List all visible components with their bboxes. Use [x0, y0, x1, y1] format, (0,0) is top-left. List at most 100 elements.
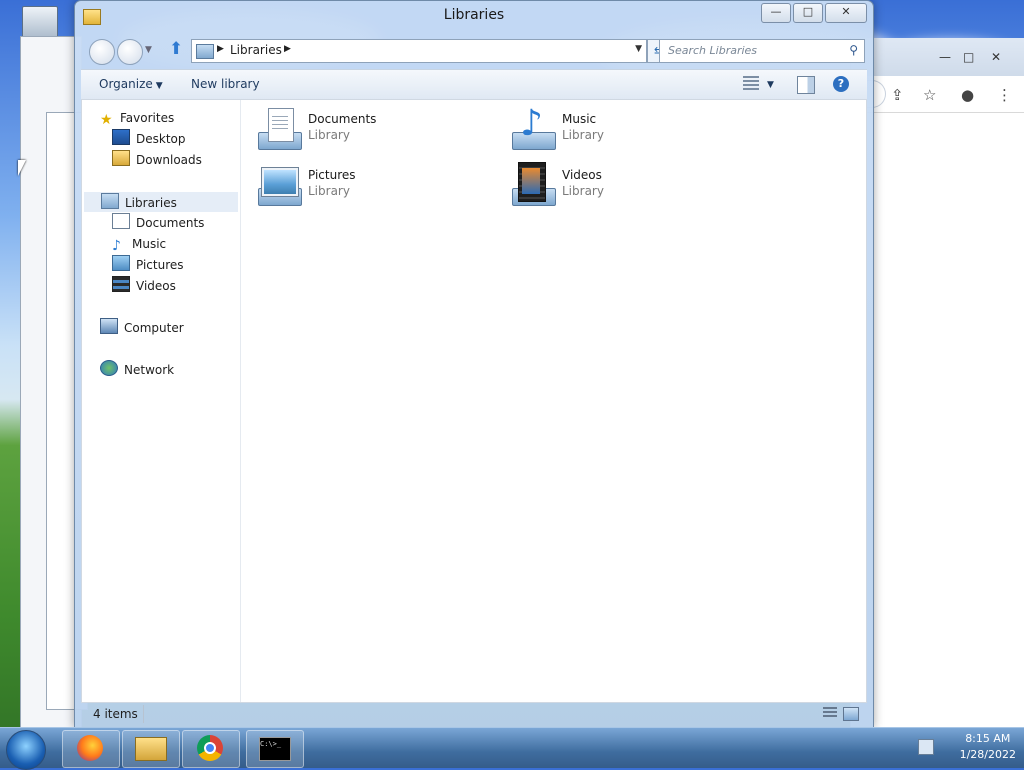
nav-desktop-label: Desktop: [136, 132, 186, 146]
search-placeholder: Search Libraries: [668, 44, 758, 57]
item-name: Videos: [562, 168, 602, 182]
library-item-documents[interactable]: Documents Library: [254, 106, 474, 158]
downloads-icon: [112, 150, 130, 166]
background-browser-window: — □ ✕ ⇪ ☆ ● ⋮: [850, 38, 1024, 728]
maximize-icon[interactable]: □: [963, 50, 974, 64]
library-item-music[interactable]: ♪ Music Library: [508, 106, 728, 158]
music-library-icon: ♪: [508, 106, 556, 154]
documents-icon: [112, 213, 130, 229]
item-type: Library: [308, 184, 350, 198]
new-library-button[interactable]: New library: [191, 77, 260, 91]
firefox-taskbar-button[interactable]: [62, 730, 120, 768]
change-view-icon[interactable]: [743, 76, 759, 92]
organize-button[interactable]: Organize ▼: [99, 77, 163, 91]
nav-libraries-label: Libraries: [125, 196, 177, 210]
computer-icon: [100, 318, 118, 334]
chrome-icon: [197, 735, 223, 761]
item-type: Library: [308, 128, 350, 142]
cmd-icon: C:\>_: [259, 737, 291, 761]
minimize-button[interactable]: —: [761, 3, 791, 23]
folder-icon: [135, 737, 167, 761]
action-center-icon[interactable]: [918, 739, 934, 755]
clock-time: 8:15 AM: [965, 732, 1011, 745]
profile-icon[interactable]: ●: [961, 86, 974, 104]
videos-icon: [112, 276, 130, 292]
pictures-library-icon: [254, 162, 302, 210]
item-name: Documents: [308, 112, 377, 126]
star-icon[interactable]: ☆: [923, 86, 936, 104]
pictures-icon: [112, 255, 130, 271]
up-arrow-icon[interactable]: ⬆: [169, 39, 183, 59]
firefox-icon: [77, 735, 103, 761]
maximize-button[interactable]: □: [793, 3, 823, 23]
network-icon: [100, 360, 118, 376]
help-icon[interactable]: ?: [833, 76, 849, 92]
star-icon: ★: [100, 112, 113, 128]
nav-documents-label: Documents: [136, 216, 205, 230]
videos-library-icon: [508, 162, 556, 210]
taskbar: C:\>_ 8:15 AM 1/28/2022: [0, 727, 1024, 770]
forward-button[interactable]: [117, 39, 143, 65]
large-icons-view-icon[interactable]: [843, 707, 859, 721]
libraries-icon: [196, 44, 214, 59]
share-icon[interactable]: ⇪: [891, 86, 904, 104]
close-icon[interactable]: ✕: [991, 50, 1001, 64]
organize-label: Organize: [99, 77, 153, 91]
library-item-pictures[interactable]: Pictures Library: [254, 162, 474, 214]
nav-network-label: Network: [124, 363, 175, 377]
explorer-taskbar-button[interactable]: [122, 730, 180, 768]
item-name: Music: [562, 112, 597, 126]
cmd-taskbar-button[interactable]: C:\>_: [246, 730, 304, 768]
nav-pictures[interactable]: Pictures: [112, 255, 184, 275]
address-bar[interactable]: ▶ Libraries ▶ ▼: [191, 39, 647, 63]
chevron-down-icon[interactable]: ▼: [767, 80, 774, 90]
nav-pictures-label: Pictures: [136, 258, 184, 272]
menu-icon[interactable]: ⋮: [997, 86, 1012, 104]
library-item-videos[interactable]: Videos Library: [508, 162, 728, 214]
chevron-down-icon: ▼: [155, 81, 163, 91]
mouse-cursor: [18, 160, 26, 176]
breadcrumb-libraries[interactable]: Libraries: [230, 43, 282, 57]
back-button[interactable]: [89, 39, 115, 65]
navigation-pane: ★ Favorites Desktop Downloads Libraries D…: [82, 100, 241, 702]
documents-library-icon: [254, 106, 302, 154]
libraries-window: Libraries — □ ✕ ▼ ⬆ ▶ Libraries ▶ ▼ ⇆ Se…: [74, 0, 874, 728]
status-separator: [143, 705, 144, 723]
breadcrumb-arrow-icon[interactable]: ▶: [217, 44, 224, 54]
nav-favorites-label: Favorites: [120, 111, 175, 125]
details-view-icon[interactable]: [823, 707, 837, 719]
nav-favorites[interactable]: ★ Favorites: [100, 108, 174, 128]
search-input[interactable]: Search Libraries ⚲: [659, 39, 865, 63]
nav-network[interactable]: Network: [100, 360, 174, 380]
start-button[interactable]: [6, 730, 46, 770]
command-bar: Organize ▼ New library ▼ ?: [81, 69, 867, 101]
item-type: Library: [562, 128, 604, 142]
nav-music[interactable]: ♪ Music: [112, 234, 166, 254]
desktop-icon: [112, 129, 130, 145]
window-title: Libraries: [443, 7, 505, 23]
nav-computer[interactable]: Computer: [100, 318, 184, 338]
clock[interactable]: 8:15 AM 1/28/2022: [960, 731, 1016, 763]
content-area: ★ Favorites Desktop Downloads Libraries D…: [81, 99, 867, 703]
music-note-icon: ♪: [112, 238, 121, 254]
nav-libraries[interactable]: Libraries: [84, 192, 238, 212]
address-dropdown-icon[interactable]: ▼: [635, 44, 642, 54]
item-name: Pictures: [308, 168, 356, 182]
libraries-icon: [101, 193, 119, 209]
close-button[interactable]: ✕: [825, 3, 867, 23]
chrome-taskbar-button[interactable]: [182, 730, 240, 768]
item-type: Library: [562, 184, 604, 198]
nav-videos-label: Videos: [136, 279, 176, 293]
breadcrumb-arrow-icon[interactable]: ▶: [284, 44, 291, 54]
preview-pane-icon[interactable]: [797, 76, 815, 94]
nav-videos[interactable]: Videos: [112, 276, 176, 296]
minimize-icon[interactable]: —: [939, 50, 951, 64]
nav-documents[interactable]: Documents: [112, 213, 204, 233]
nav-downloads-label: Downloads: [136, 153, 202, 167]
recent-pages-icon[interactable]: ▼: [145, 45, 152, 55]
clock-date: 1/28/2022: [959, 748, 1016, 761]
search-icon[interactable]: ⚲: [849, 43, 858, 57]
nav-music-label: Music: [132, 237, 167, 251]
nav-desktop[interactable]: Desktop: [112, 129, 186, 149]
nav-downloads[interactable]: Downloads: [112, 150, 202, 170]
